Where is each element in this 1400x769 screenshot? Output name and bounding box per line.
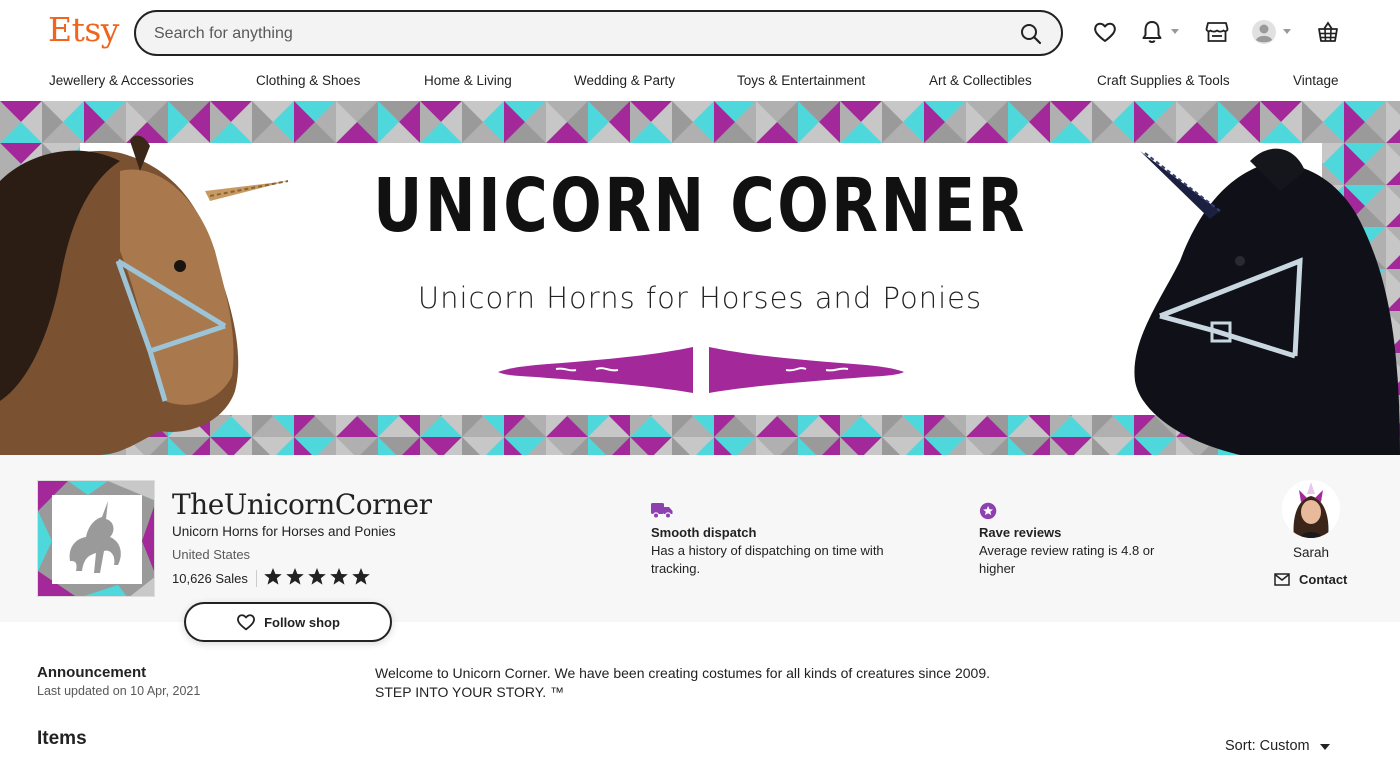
feature-title: Rave reviews (979, 525, 1062, 540)
mail-icon (1274, 573, 1290, 586)
sort-dropdown[interactable]: Sort: Custom (1225, 738, 1330, 754)
shop-sales-count: 10,626 Sales (172, 571, 248, 586)
category-toys[interactable]: Toys & Entertainment (737, 73, 865, 88)
category-home[interactable]: Home & Living (424, 73, 512, 88)
delivery-truck-icon (651, 503, 673, 519)
category-nav: Jewellery & Accessories Clothing & Shoes… (0, 66, 1400, 100)
banner-title: UNICORN CORNER (373, 163, 1027, 249)
shop-banner: UNICORN CORNER Unicorn Horns for Horses … (0, 101, 1400, 455)
banner-subtitle: Unicorn Horns for Horses and Ponies (417, 281, 983, 315)
category-clothing[interactable]: Clothing & Shoes (256, 73, 360, 88)
account-avatar-icon[interactable] (1250, 18, 1278, 46)
heart-icon (237, 614, 256, 631)
feature-description: Has a history of dispatching on time wit… (651, 543, 884, 576)
brown-horse-image (0, 135, 289, 455)
contact-button[interactable]: Contact (1274, 572, 1347, 587)
owner-name: Sarah (1292, 545, 1330, 560)
category-craft[interactable]: Craft Supplies & Tools (1097, 73, 1230, 88)
basket-icon[interactable] (1314, 18, 1342, 46)
chevron-down-icon (1319, 744, 1330, 750)
black-horse-image (1134, 148, 1400, 455)
search-bar[interactable] (134, 10, 1063, 56)
star-icon (330, 568, 348, 585)
category-vintage[interactable]: Vintage (1293, 73, 1339, 88)
star-icon (352, 568, 370, 585)
category-art[interactable]: Art & Collectibles (929, 73, 1032, 88)
notifications-chevron-down-icon[interactable] (1171, 29, 1179, 34)
banner-ornament (498, 347, 904, 393)
search-input[interactable] (154, 22, 994, 46)
sort-label: Sort: Custom (1225, 738, 1310, 754)
shop-info-band: TheUnicornCorner Unicorn Horns for Horse… (0, 455, 1400, 642)
feature-title: Smooth dispatch (651, 525, 757, 540)
shop-name: TheUnicornCorner (172, 488, 432, 521)
sales-divider (256, 570, 257, 587)
shop-manager-icon[interactable] (1203, 18, 1231, 46)
search-icon[interactable] (1019, 22, 1043, 46)
star-badge-icon (979, 502, 997, 520)
announcement-line: STEP INTO YOUR STORY. ™ (375, 684, 565, 700)
category-jewellery[interactable]: Jewellery & Accessories (49, 73, 194, 88)
follow-shop-button[interactable]: Follow shop (184, 602, 392, 642)
etsy-logo[interactable]: Etsy (48, 10, 119, 49)
items-heading: Items (37, 728, 87, 749)
star-icon (286, 568, 304, 585)
announcement-title: Announcement (37, 664, 147, 681)
notifications-bell-icon[interactable] (1138, 18, 1166, 46)
star-icon (264, 568, 282, 585)
star-rating[interactable] (263, 567, 371, 587)
announcement-date: Last updated on 10 Apr, 2021 (37, 684, 201, 698)
star-icon (308, 568, 326, 585)
announcement-line: Welcome to Unicorn Corner. We have been … (375, 665, 991, 681)
feature-description: Average review rating is 4.8 or higher (979, 543, 1155, 576)
shop-logo[interactable] (37, 480, 155, 597)
favorites-heart-icon[interactable] (1091, 18, 1119, 46)
follow-shop-label: Follow shop (264, 614, 340, 630)
account-chevron-down-icon[interactable] (1283, 29, 1291, 34)
shop-tagline: Unicorn Horns for Horses and Ponies (172, 524, 396, 539)
shop-location: United States (172, 547, 251, 562)
announcement-body: Welcome to Unicorn Corner. We have been … (375, 664, 990, 702)
owner-avatar[interactable] (1282, 480, 1340, 538)
category-wedding[interactable]: Wedding & Party (574, 73, 675, 88)
contact-label: Contact (1299, 572, 1348, 587)
site-header: Etsy (0, 0, 1400, 66)
